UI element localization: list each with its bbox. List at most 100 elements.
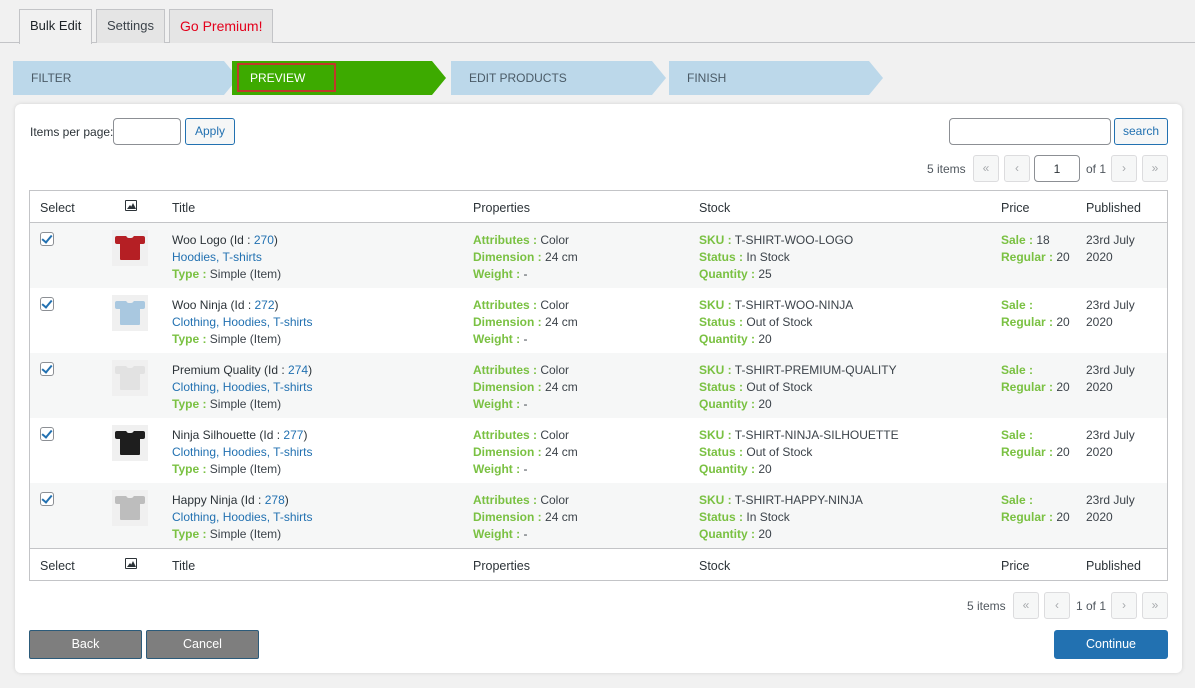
prev-page-button[interactable]: ‹ [1004,155,1030,182]
sku-label: SKU : [699,233,732,247]
sku-label: SKU : [699,363,732,377]
apply-button[interactable]: Apply [185,118,235,145]
attributes-value: Color [540,428,570,442]
type-label: Type : [172,527,207,541]
back-button[interactable]: Back [29,630,142,659]
category-links[interactable]: Clothing, Hoodies, T-shirts [172,445,313,459]
status-label: Status : [699,380,744,394]
price-cell: Sale : Regular : 20 [1001,297,1070,331]
search-input[interactable] [949,118,1111,145]
attributes-value: Color [540,298,570,312]
step-edit-products-label: EDIT PRODUCTS [469,71,567,85]
header-properties: Properties [473,201,530,215]
sku-label: SKU : [699,298,732,312]
type-value: Simple (Item) [209,332,282,346]
status-label: Status : [699,250,744,264]
product-id-link[interactable]: 270 [254,233,274,247]
continue-button[interactable]: Continue [1054,630,1168,659]
weight-value: - [523,332,528,346]
product-name[interactable]: Woo Ninja [172,298,227,312]
t-shirt-icon [115,235,145,260]
table-row: Woo Ninja (Id : 272) Clothing, Hoodies, T… [30,288,1167,353]
page-of-label-bottom: 1 of 1 [1076,599,1107,613]
product-id-link[interactable]: 277 [283,428,303,442]
next-page-button[interactable]: › [1111,155,1137,182]
product-name[interactable]: Premium Quality [172,363,261,377]
footer-published: Published [1086,559,1141,573]
status-label: Status : [699,315,744,329]
tab-bulk-edit[interactable]: Bulk Edit [19,9,93,44]
last-page-button[interactable]: » [1142,155,1168,182]
tab-settings[interactable]: Settings [96,9,165,43]
category-links[interactable]: Clothing, Hoodies, T-shirts [172,315,313,329]
cancel-button[interactable]: Cancel [146,630,259,659]
sku-value: T-SHIRT-WOO-LOGO [734,233,854,247]
t-shirt-icon [115,300,145,325]
category-links[interactable]: Clothing, Hoodies, T-shirts [172,510,313,524]
product-thumbnail[interactable] [112,360,148,396]
select-checkbox[interactable] [40,362,54,376]
sale-label: Sale : [1001,493,1034,507]
product-name[interactable]: Happy Ninja [172,493,237,507]
quantity-label: Quantity : [699,462,755,476]
select-checkbox[interactable] [40,232,54,246]
tab-go-premium[interactable]: Go Premium! [169,9,274,43]
product-id-link[interactable]: 274 [288,363,308,377]
attributes-value: Color [540,363,570,377]
dimension-value: 24 cm [545,315,578,329]
product-thumbnail[interactable] [112,490,148,526]
select-checkbox[interactable] [40,427,54,441]
quantity-label: Quantity : [699,397,755,411]
sale-value: 18 [1036,233,1050,247]
category-links[interactable]: Clothing, Hoodies, T-shirts [172,380,313,394]
items-per-page-input[interactable] [113,118,181,145]
price-cell: Sale : Regular : 20 [1001,492,1070,526]
select-checkbox[interactable] [40,297,54,311]
type-label: Type : [172,462,207,476]
attributes-label: Attributes : [473,298,537,312]
stock-cell: SKU : T-SHIRT-NINJA-SILHOUETTE Status : O… [699,427,899,478]
header-price: Price [1001,201,1030,215]
sku-label: SKU : [699,428,732,442]
search-button[interactable]: search [1114,118,1168,145]
prev-page-button-bottom[interactable]: ‹ [1044,592,1070,619]
published-cell: 23rd July 2020 [1086,297,1135,331]
step-finish-label: FINISH [687,71,727,85]
next-page-button-bottom[interactable]: › [1111,592,1137,619]
product-name[interactable]: Woo Logo [172,233,227,247]
regular-value: 20 [1056,315,1070,329]
attributes-value: Color [540,493,570,507]
category-links[interactable]: Hoodies, T-shirts [172,250,262,264]
quantity-value: 20 [758,462,772,476]
price-cell: Sale : Regular : 20 [1001,362,1070,396]
sku-value: T-SHIRT-HAPPY-NINJA [734,493,863,507]
stock-cell: SKU : T-SHIRT-WOO-NINJA Status : Out of S… [699,297,853,348]
first-page-button[interactable]: « [973,155,999,182]
first-page-button-bottom[interactable]: « [1013,592,1039,619]
current-page-input[interactable] [1034,155,1080,182]
select-checkbox[interactable] [40,492,54,506]
published-date: 23rd July [1086,363,1135,377]
items-per-page-label: Items per page: [30,125,114,139]
weight-label: Weight : [473,267,521,281]
dimension-value: 24 cm [545,510,578,524]
quantity-value: 20 [758,397,772,411]
product-thumbnail[interactable] [112,230,148,266]
published-cell: 23rd July 2020 [1086,492,1135,526]
dimension-label: Dimension : [473,250,542,264]
weight-label: Weight : [473,397,521,411]
last-page-button-bottom[interactable]: » [1142,592,1168,619]
attributes-label: Attributes : [473,493,537,507]
price-cell: Sale : 18 Regular : 20 [1001,232,1070,266]
product-thumbnail[interactable] [112,295,148,331]
product-thumbnail[interactable] [112,425,148,461]
product-id-link[interactable]: 278 [265,493,285,507]
weight-label: Weight : [473,527,521,541]
table-body: Woo Logo (Id : 270) Hoodies, T-shirts Type… [30,223,1167,548]
t-shirt-icon [115,430,145,455]
product-id-link[interactable]: 272 [255,298,275,312]
published-date: 23rd July [1086,493,1135,507]
total-pages-label: of 1 [1086,162,1107,176]
pagination-top-count: 5 items [927,162,966,176]
product-name[interactable]: Ninja Silhouette [172,428,256,442]
